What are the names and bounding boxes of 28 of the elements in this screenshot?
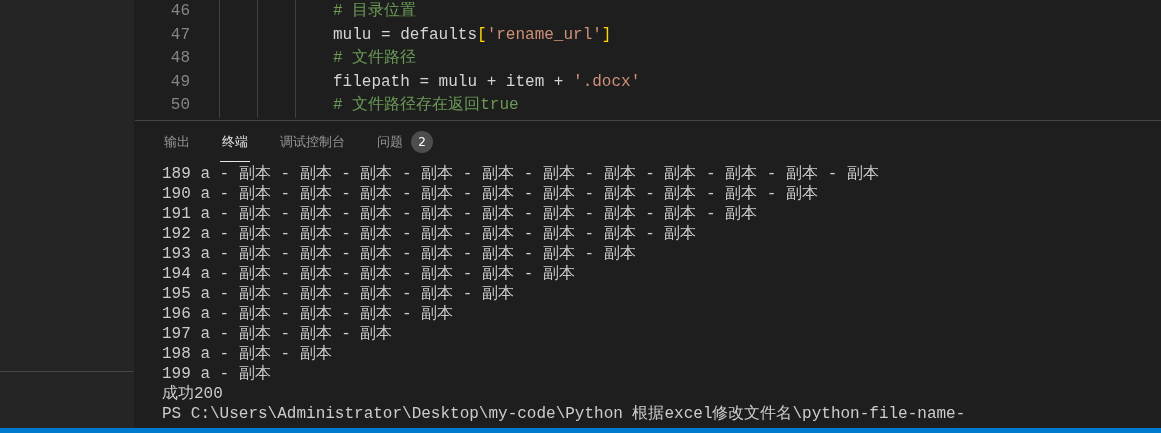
panel-tab[interactable]: 问题 2 bbox=[375, 123, 435, 162]
terminal-line: 193 a - 副本 - 副本 - 副本 - 副本 - 副本 - 副本 - 副本 bbox=[162, 244, 637, 264]
line-number: 50 bbox=[169, 95, 190, 116]
terminal-line: 194 a - 副本 - 副本 - 副本 - 副本 - 副本 - 副本 bbox=[162, 264, 576, 284]
line-number: 48 bbox=[169, 48, 190, 69]
code-line: # 文件路径存在返回true bbox=[333, 96, 519, 114]
count-badge: 2 bbox=[411, 131, 433, 153]
line-number: 49 bbox=[169, 71, 190, 93]
terminal-line: 198 a - 副本 - 副本 bbox=[162, 344, 333, 364]
terminal-line: 190 a - 副本 - 副本 - 副本 - 副本 - 副本 - 副本 - 副本 - 副本 - 副本 - 副本 bbox=[162, 184, 820, 204]
terminal-line: 199 a - 副本 bbox=[162, 364, 272, 384]
terminal-line: PS C:\Users\Administrator\Desktop\my-code\Python 根据excel修改文件名\python-file-name- bbox=[162, 404, 967, 424]
line-number: 47 bbox=[169, 24, 190, 46]
terminal-line: 成功200 bbox=[162, 384, 224, 404]
panel-tab[interactable]: 输出 bbox=[162, 123, 192, 162]
code-line: filepath = mulu + item + '.docx' bbox=[333, 72, 641, 91]
terminal-line: 196 a - 副本 - 副本 - 副本 - 副本 bbox=[162, 304, 455, 324]
line-number: 46 bbox=[169, 1, 190, 22]
code-line: mulu = defaults['rename_url'] bbox=[333, 25, 612, 44]
code-line: # 目录位置 bbox=[333, 2, 417, 20]
terminal-line: 192 a - 副本 - 副本 - 副本 - 副本 - 副本 - 副本 - 副本 - 副本 bbox=[162, 224, 698, 244]
code-line: # 文件路径 bbox=[333, 49, 417, 67]
terminal-line: 191 a - 副本 - 副本 - 副本 - 副本 - 副本 - 副本 - 副本 - 副本 - 副本 bbox=[162, 204, 759, 224]
terminal-line: 195 a - 副本 - 副本 - 副本 - 副本 - 副本 bbox=[162, 284, 516, 304]
terminal-line: 197 a - 副本 - 副本 - 副本 bbox=[162, 324, 394, 344]
panel-tab[interactable]: 调试控制台 bbox=[278, 123, 347, 162]
terminal-line: 189 a - 副本 - 副本 - 副本 - 副本 - 副本 - 副本 - 副本 - 副本 - 副本 - 副本 - 副本 bbox=[162, 164, 880, 184]
panel-tab[interactable]: 终端 bbox=[220, 123, 250, 162]
